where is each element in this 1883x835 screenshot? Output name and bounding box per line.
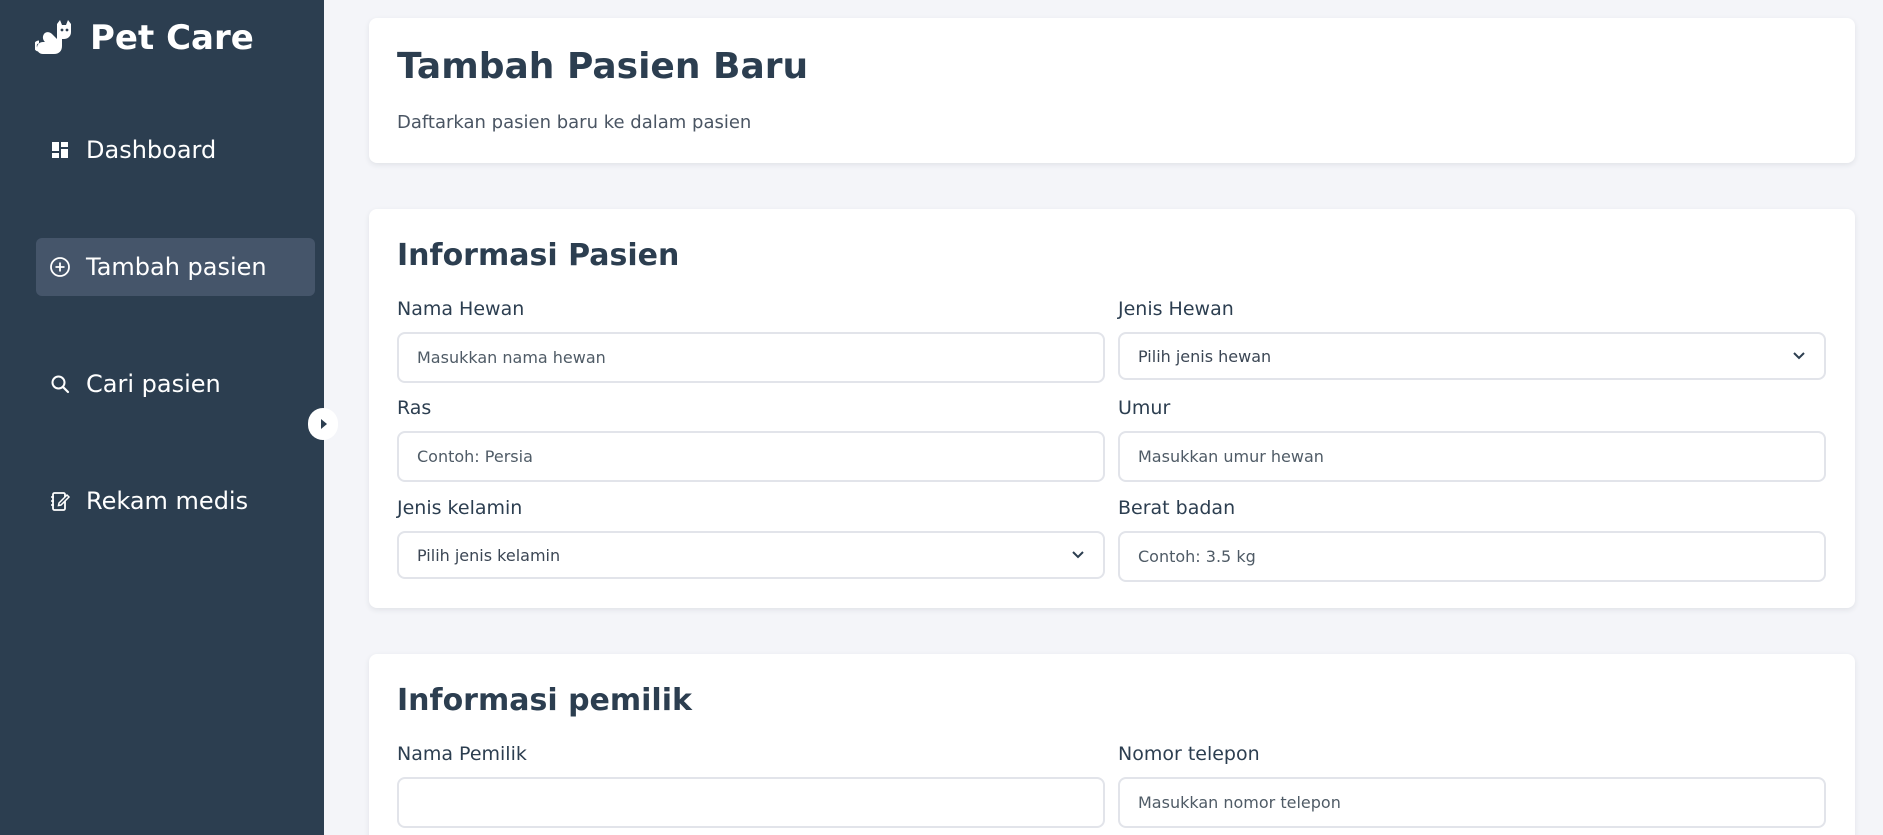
ras-input[interactable]: [397, 431, 1105, 482]
nama-hewan-label: Nama Hewan: [397, 298, 525, 320]
search-icon: [48, 372, 72, 396]
section-title: Informasi pemilik: [397, 683, 692, 718]
berat-badan-input[interactable]: [1118, 531, 1826, 582]
jenis-hewan-label: Jenis Hewan: [1118, 298, 1234, 320]
nama-pemilik-label: Nama Pemilik: [397, 743, 527, 765]
sidebar: Pet Care Dashboard Tambah pasien Cari pa…: [0, 0, 324, 835]
brand-name: Pet Care: [90, 18, 254, 58]
dashboard-icon: [48, 138, 72, 162]
cat-logo-icon: [34, 18, 74, 58]
sidebar-item-label: Dashboard: [86, 136, 217, 164]
sidebar-item-tambah-pasien[interactable]: Tambah pasien: [36, 238, 315, 296]
nama-hewan-input[interactable]: [397, 332, 1105, 383]
sidebar-item-label: Cari pasien: [86, 370, 221, 398]
sidebar-item-label: Rekam medis: [86, 487, 249, 515]
umur-label: Umur: [1118, 397, 1171, 419]
umur-input[interactable]: [1118, 431, 1826, 482]
section-title: Informasi Pasien: [397, 238, 680, 273]
sidebar-item-label: Tambah pasien: [86, 253, 267, 281]
page-title: Tambah Pasien Baru: [397, 46, 809, 87]
ras-label: Ras: [397, 397, 432, 419]
sidebar-item-cari-pasien[interactable]: Cari pasien: [36, 355, 315, 413]
berat-badan-label: Berat badan: [1118, 497, 1236, 519]
chevron-down-icon: [1071, 548, 1085, 562]
patient-info-card: Informasi Pasien Nama Hewan Jenis Hewan …: [369, 209, 1855, 608]
page-header-card: Tambah Pasien Baru Daftarkan pasien baru…: [369, 18, 1855, 163]
brand[interactable]: Pet Care: [34, 18, 254, 58]
add-circle-icon: [48, 255, 72, 279]
medical-record-icon: [48, 489, 72, 513]
nomor-telepon-input[interactable]: [1118, 777, 1826, 828]
nomor-telepon-label: Nomor telepon: [1118, 743, 1260, 765]
sidebar-item-rekam-medis[interactable]: Rekam medis: [36, 472, 315, 530]
chevron-right-icon: [318, 415, 328, 434]
jenis-kelamin-selected: Pilih jenis kelamin: [417, 545, 561, 565]
page-subtitle: Daftarkan pasien baru ke dalam pasien: [397, 112, 752, 133]
jenis-kelamin-select[interactable]: Pilih jenis kelamin: [397, 531, 1105, 579]
jenis-hewan-selected: Pilih jenis hewan: [1138, 346, 1272, 366]
sidebar-item-dashboard[interactable]: Dashboard: [36, 121, 315, 179]
jenis-hewan-select[interactable]: Pilih jenis hewan: [1118, 332, 1826, 380]
sidebar-toggle-button[interactable]: [308, 408, 338, 440]
jenis-kelamin-label: Jenis kelamin: [397, 497, 523, 519]
chevron-down-icon: [1792, 349, 1806, 363]
owner-info-card: Informasi pemilik Nama Pemilik Nomor tel…: [369, 654, 1855, 835]
nama-pemilik-input[interactable]: [397, 777, 1105, 828]
